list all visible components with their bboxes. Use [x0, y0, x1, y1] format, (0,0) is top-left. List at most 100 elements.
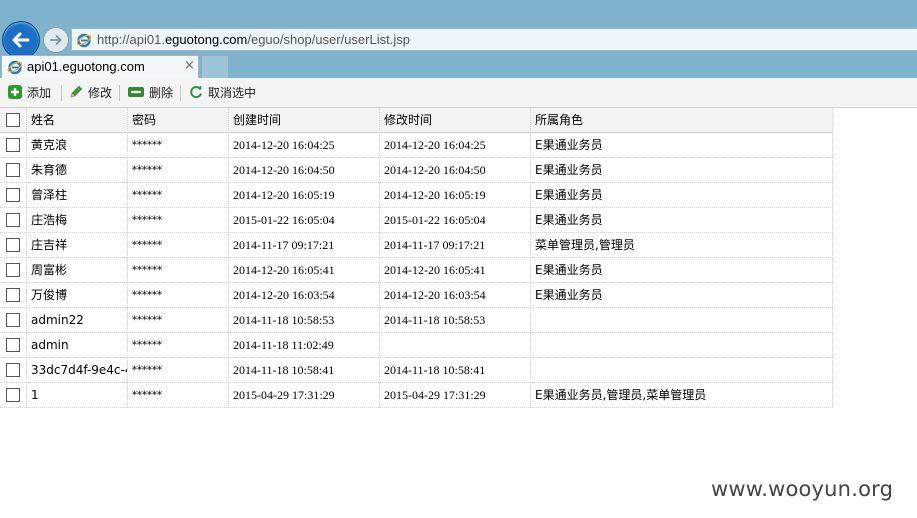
cell-password: ****** — [128, 383, 229, 408]
header-modified[interactable]: 修改时间 — [380, 108, 531, 133]
table-row[interactable]: 1 ****** 2015-04-29 17:31:29 2015-04-29 17:… — [0, 383, 833, 408]
table-row[interactable]: 庄吉祥 ****** 2014-11-17 09:17:21 2014-11-17 0… — [0, 233, 833, 258]
add-button[interactable]: 添加 — [7, 82, 51, 102]
cell-created: 2014-12-20 16:03:54 — [229, 283, 380, 308]
cell-created: 2014-11-18 10:58:53 — [229, 308, 380, 333]
cell-created: 2014-12-20 16:04:25 — [229, 133, 380, 158]
cell-name: 庄吉祥 — [27, 233, 128, 258]
cell-created: 2015-01-22 16:05:04 — [229, 208, 380, 233]
table-row[interactable]: 万俊博 ****** 2014-12-20 16:03:54 2014-12-20 1… — [0, 283, 833, 308]
cell-role: E果通业务员 — [531, 208, 833, 233]
edit-label: 修改 — [88, 85, 113, 100]
cell-modified — [380, 333, 531, 358]
delete-button[interactable]: 删除 — [127, 82, 173, 102]
row-select-cell — [0, 208, 27, 233]
ie-logo-icon — [76, 33, 92, 48]
watermark: www.wooyun.org — [711, 477, 894, 501]
new-tab-button[interactable] — [201, 55, 229, 78]
browser-tab-active[interactable]: api01.eguotong.com × — [1, 55, 199, 78]
header-password[interactable]: 密码 — [128, 108, 229, 133]
cell-modified: 2014-12-20 16:04:25 — [380, 133, 531, 158]
row-select-cell — [0, 233, 27, 258]
cell-role: E果通业务员 — [531, 183, 833, 208]
cell-name: admin — [27, 333, 128, 358]
cell-password: ****** — [128, 358, 229, 383]
row-checkbox[interactable] — [6, 287, 20, 302]
deselect-button[interactable]: 取消选中 — [188, 82, 256, 102]
table-row[interactable]: admin22 ****** 2014-11-18 10:58:53 2014-11-… — [0, 308, 833, 333]
cell-name: 33dc7d4f-9e4c-45d — [27, 358, 128, 383]
select-all-checkbox[interactable] — [6, 112, 20, 127]
row-checkbox[interactable] — [6, 162, 20, 177]
cell-modified: 2014-11-17 09:17:21 — [380, 233, 531, 258]
row-checkbox[interactable] — [6, 387, 20, 402]
address-bar[interactable]: http://api01.eguotong.com/eguo/shop/user… — [71, 28, 917, 51]
plus-icon — [8, 85, 22, 99]
grid-toolbar: 添加 修改 删除 取消选中 — [0, 78, 917, 108]
deselect-label: 取消选中 — [208, 85, 257, 100]
header-created[interactable]: 创建时间 — [229, 108, 380, 133]
cell-role: 菜单管理员,管理员 — [531, 233, 833, 258]
cell-name: 1 — [27, 383, 128, 408]
row-select-cell — [0, 358, 27, 383]
table-row[interactable]: 黄克浪 ****** 2014-12-20 16:04:25 2014-12-20 1… — [0, 133, 833, 158]
cell-modified: 2014-12-20 16:05:41 — [380, 258, 531, 283]
row-select-cell — [0, 183, 27, 208]
row-checkbox[interactable] — [6, 337, 20, 352]
row-checkbox[interactable] — [6, 187, 20, 202]
cell-modified: 2014-12-20 16:04:50 — [380, 158, 531, 183]
cell-password: ****** — [128, 283, 229, 308]
arrow-left-icon — [12, 32, 30, 48]
cell-role — [531, 308, 833, 333]
cell-modified: 2015-01-22 16:05:04 — [380, 208, 531, 233]
row-checkbox[interactable] — [6, 312, 20, 327]
cell-role: E果通业务员 — [531, 133, 833, 158]
cell-role: E果通业务员,管理员,菜单管理员 — [531, 383, 833, 408]
row-select-cell — [0, 383, 27, 408]
table-row[interactable]: 庄浩梅 ****** 2015-01-22 16:05:04 2015-01-22 1… — [0, 208, 833, 233]
cell-role: E果通业务员 — [531, 258, 833, 283]
row-select-cell — [0, 258, 27, 283]
cell-name: admin22 — [27, 308, 128, 333]
tab-close-icon[interactable]: × — [184, 58, 195, 73]
table-row[interactable]: 曾泽柱 ****** 2014-12-20 16:05:19 2014-12-20 1… — [0, 183, 833, 208]
row-select-cell — [0, 308, 27, 333]
cell-password: ****** — [128, 308, 229, 333]
row-checkbox[interactable] — [6, 212, 20, 227]
table-row[interactable]: 朱育德 ****** 2014-12-20 16:04:50 2014-12-20 1… — [0, 158, 833, 183]
cell-password: ****** — [128, 183, 229, 208]
cell-name: 周富彬 — [27, 258, 128, 283]
cell-password: ****** — [128, 233, 229, 258]
row-checkbox[interactable] — [6, 137, 20, 152]
forward-button[interactable] — [43, 27, 69, 53]
cell-name: 庄浩梅 — [27, 208, 128, 233]
address-url: http://api01.eguotong.com/eguo/shop/user… — [97, 32, 410, 47]
tab-title: api01.eguotong.com — [27, 59, 145, 74]
toolbar-divider — [119, 85, 120, 101]
refresh-icon — [190, 85, 202, 98]
cell-modified: 2014-12-20 16:03:54 — [380, 283, 531, 308]
cell-role — [531, 358, 833, 383]
back-button[interactable] — [2, 21, 40, 59]
row-select-cell — [0, 133, 27, 158]
cell-created: 2014-11-18 10:58:41 — [229, 358, 380, 383]
table-row[interactable]: 周富彬 ****** 2014-12-20 16:05:41 2014-12-20 1… — [0, 258, 833, 283]
table-row[interactable]: admin ****** 2014-11-18 11:02:49 — [0, 333, 833, 358]
header-role[interactable]: 所属角色 — [531, 108, 833, 133]
row-checkbox[interactable] — [6, 362, 20, 377]
cell-password: ****** — [128, 208, 229, 233]
row-checkbox[interactable] — [6, 262, 20, 277]
pencil-icon — [70, 85, 83, 98]
cell-created: 2014-12-20 16:05:41 — [229, 258, 380, 283]
cell-modified: 2015-04-29 17:31:29 — [380, 383, 531, 408]
ie-logo-icon — [7, 60, 23, 75]
row-checkbox[interactable] — [6, 237, 20, 252]
cell-role: E果通业务员 — [531, 283, 833, 308]
edit-button[interactable]: 修改 — [68, 82, 112, 102]
browser-titlebar: http://api01.eguotong.com/eguo/shop/user… — [0, 0, 917, 78]
table-row[interactable]: 33dc7d4f-9e4c-45d******2014-11-18 10:58:… — [0, 358, 833, 383]
header-name[interactable]: 姓名 — [27, 108, 128, 133]
cell-password: ****** — [128, 133, 229, 158]
minus-icon — [128, 87, 144, 97]
cell-created: 2014-12-20 16:05:19 — [229, 183, 380, 208]
